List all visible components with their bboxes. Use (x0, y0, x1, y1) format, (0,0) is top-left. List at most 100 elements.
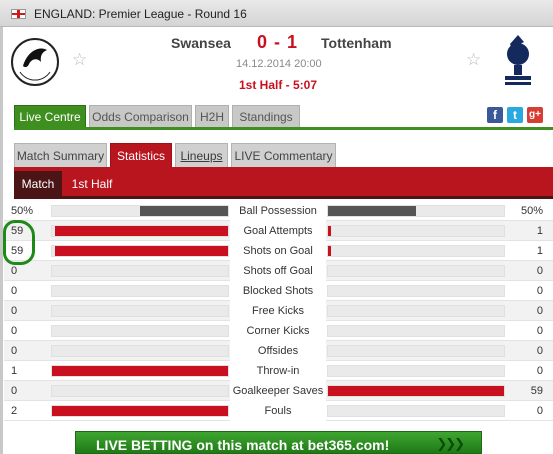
stat-away-value: 0 (536, 405, 543, 417)
favorite-away-star-icon[interactable]: ☆ (466, 50, 481, 70)
stat-away-value: 0 (536, 305, 543, 317)
period-tabs-underline (14, 196, 553, 199)
away-team-name[interactable]: Tottenham (321, 35, 392, 51)
stat-label: Goalkeeper Saves (230, 381, 326, 401)
stat-home-bar (52, 406, 228, 416)
stat-home-bar (55, 246, 228, 256)
stat-home-value: 0 (11, 385, 18, 397)
stat-away-track (327, 265, 505, 277)
stat-home-bar (52, 366, 228, 376)
match-status: 1st Half - 5:07 (239, 78, 318, 92)
stat-home-track (51, 205, 229, 217)
stat-label: Throw-in (230, 361, 326, 381)
stat-row: 1 Throw-in 0 (4, 361, 553, 381)
tab-live-centre[interactable]: Live Centre (14, 105, 86, 127)
stat-home-value: 0 (11, 345, 18, 357)
stat-away-track (327, 345, 505, 357)
window-title: ENGLAND: Premier League - Round 16 (34, 7, 247, 21)
banner-text: LIVE BETTING on this match at bet365.com… (96, 437, 390, 453)
stat-away-bar (328, 206, 416, 216)
match-date: 14.12.2014 20:00 (236, 58, 322, 70)
stat-home-track (51, 325, 229, 337)
stat-row: 0 Blocked Shots 0 (4, 281, 553, 301)
tab-period-match[interactable]: Match (14, 171, 62, 196)
stat-away-bar (328, 386, 504, 396)
stat-home-value: 50% (11, 205, 34, 217)
stat-label: Offsides (230, 341, 326, 361)
stat-row: 0 Offsides 0 (4, 341, 553, 361)
live-betting-banner[interactable]: LIVE BETTING on this match at bet365.com… (75, 431, 482, 454)
stat-away-track (327, 225, 505, 237)
stat-label: Fouls (230, 401, 326, 421)
period-tabs: Match 1st Half (14, 171, 553, 196)
stat-home-track (51, 265, 229, 277)
stat-label: Corner Kicks (230, 321, 326, 341)
stat-away-value: 0 (536, 325, 543, 337)
stat-home-track (51, 345, 229, 357)
stat-away-value: 50% (520, 205, 543, 217)
stat-away-value: 0 (536, 265, 543, 277)
tab-lineups[interactable]: Lineups (175, 143, 228, 167)
stat-home-track (51, 405, 229, 417)
stat-away-track (327, 385, 505, 397)
stat-away-bar (328, 226, 331, 236)
stat-away-track (327, 405, 505, 417)
tottenham-logo-icon (505, 35, 531, 85)
stat-away-track (327, 245, 505, 257)
stat-away-value: 0 (536, 285, 543, 297)
stat-label: Shots off Goal (230, 261, 326, 281)
stat-home-track (51, 245, 229, 257)
stat-away-value: 1 (536, 225, 543, 237)
stat-row: 2 Fouls 0 (4, 401, 553, 421)
stat-row: 0 Goalkeeper Saves 59 (4, 381, 553, 401)
stat-row: 0 Shots off Goal 0 (4, 261, 553, 281)
stat-home-value: 1 (11, 365, 18, 377)
stat-away-value: 59 (530, 385, 543, 397)
stat-home-track (51, 225, 229, 237)
stat-home-track (51, 365, 229, 377)
main-tabs-underline (14, 127, 553, 130)
tab-h2h[interactable]: H2H (195, 105, 229, 127)
stat-home-track (51, 285, 229, 297)
stat-row: 50% Ball Possession 50% (4, 201, 553, 221)
match-score: 0 - 1 (257, 32, 299, 52)
stat-home-value: 2 (11, 405, 18, 417)
stat-away-track (327, 305, 505, 317)
stat-home-bar (55, 226, 228, 236)
stat-label: Goal Attempts (230, 221, 326, 241)
stat-home-track (51, 385, 229, 397)
tab-odds-comparison[interactable]: Odds Comparison (89, 105, 192, 127)
tab-live-commentary[interactable]: LIVE Commentary (231, 143, 336, 167)
tab-statistics[interactable]: Statistics (110, 143, 172, 167)
stat-row: 0 Corner Kicks 0 (4, 321, 553, 341)
favorite-home-star-icon[interactable]: ☆ (72, 50, 87, 70)
stat-home-value: 0 (11, 305, 18, 317)
stat-row: 59 Goal Attempts 1 (4, 221, 553, 241)
stat-label: Shots on Goal (230, 241, 326, 261)
stat-away-track (327, 325, 505, 337)
stat-home-value: 0 (11, 325, 18, 337)
stat-label: Ball Possession (230, 201, 326, 221)
home-team-name[interactable]: Swansea (171, 35, 231, 51)
stat-away-bar (328, 246, 331, 256)
stat-away-track (327, 285, 505, 297)
facebook-icon[interactable]: f (487, 107, 503, 123)
annotation-circle (3, 220, 35, 265)
twitter-icon[interactable]: t (507, 107, 523, 123)
stat-label: Blocked Shots (230, 281, 326, 301)
stat-away-value: 0 (536, 365, 543, 377)
tab-period-1st-half[interactable]: 1st Half (64, 171, 120, 196)
stat-home-track (51, 305, 229, 317)
england-flag-icon (11, 9, 26, 19)
tab-match-summary[interactable]: Match Summary (14, 143, 107, 167)
google-plus-icon[interactable]: g+ (527, 107, 543, 123)
swansea-logo-icon (11, 38, 59, 86)
stat-home-value: 0 (11, 265, 18, 277)
stat-home-bar (140, 206, 228, 216)
title-bar: ENGLAND: Premier League - Round 16 (0, 0, 553, 27)
stat-away-value: 0 (536, 345, 543, 357)
tab-standings[interactable]: Standings (232, 105, 300, 127)
stats-table: 50% Ball Possession 50% 59 Goal Attempts 1 59 S… (4, 201, 553, 421)
stat-label: Free Kicks (230, 301, 326, 321)
stat-home-value: 0 (11, 285, 18, 297)
